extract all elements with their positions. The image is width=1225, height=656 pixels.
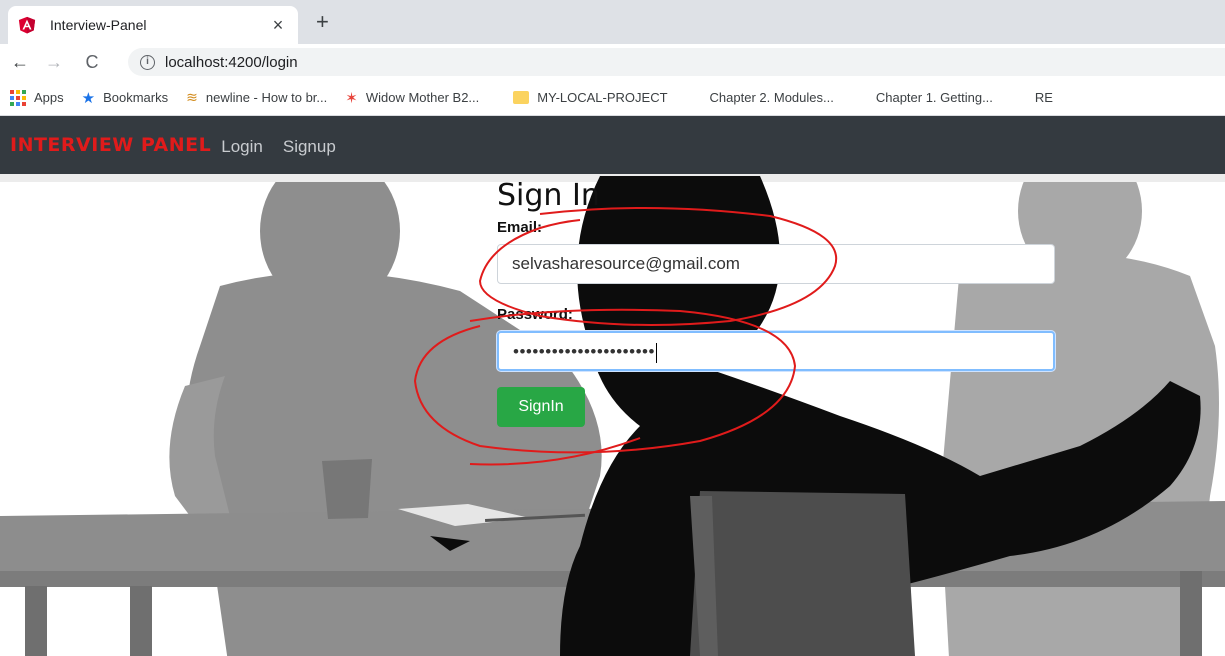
back-arrow-icon[interactable]: ← — [6, 52, 34, 73]
bookmark-label: Bookmarks — [103, 90, 169, 105]
email-field[interactable]: selvasharesource@gmail.com — [497, 244, 1055, 284]
tab-close-icon[interactable]: × — [268, 15, 288, 36]
bookmark-my-local-project[interactable]: MY-LOCAL-PROJECT — [513, 90, 668, 105]
star-icon: ★ — [81, 89, 96, 107]
bookmark-label: newline - How to br... — [205, 90, 328, 105]
bookmark-apps[interactable]: Apps — [10, 89, 64, 106]
bookmark-label: MY-LOCAL-PROJECT — [537, 90, 668, 105]
browser-tab[interactable]: Interview-Panel × — [8, 6, 298, 44]
angular-favicon-icon — [18, 16, 36, 34]
email-label: Email: — [497, 219, 543, 236]
text-caret — [655, 342, 657, 363]
password-value: •••••••••••••••••••••• — [513, 342, 655, 361]
url-text[interactable]: localhost:4200/login — [165, 54, 298, 71]
forward-arrow-icon[interactable]: → — [40, 52, 68, 73]
bookmark-chapter-1[interactable]: Chapter 1. Getting... — [852, 90, 993, 105]
tab-strip: Interview-Panel × + — [0, 0, 1225, 44]
browser-toolbar: ← → C i localhost:4200/login — [0, 44, 1225, 80]
bookmark-label: Chapter 1. Getting... — [875, 90, 993, 105]
password-field[interactable]: •••••••••••••••••••••• — [497, 331, 1055, 371]
brand-logo[interactable]: INTERVIEW PANEL — [10, 134, 211, 156]
apps-grid-icon — [10, 89, 26, 106]
new-tab-icon[interactable]: + — [316, 11, 329, 33]
doc-icon — [686, 92, 702, 104]
bookmark-chapter-2[interactable]: Chapter 2. Modules... — [686, 90, 834, 105]
page-title: Sign In — [497, 178, 600, 213]
signin-button[interactable]: SignIn — [497, 387, 585, 427]
bookmark-label: Widow Mother B2... — [365, 90, 480, 105]
password-label: Password: — [497, 306, 573, 323]
doc-icon — [852, 92, 868, 104]
site-info-icon[interactable]: i — [140, 54, 155, 70]
stackoverflow-icon: ≋ — [186, 89, 198, 105]
bookmark-label: RE — [1034, 90, 1053, 105]
doc-icon — [1011, 92, 1027, 104]
web-page: INTERVIEW PANEL Login Signup Sign In Ema… — [0, 116, 1225, 656]
bookmark-newline[interactable]: ≋ newline - How to br... — [186, 89, 327, 106]
tab-title: Interview-Panel — [50, 17, 147, 33]
bookmark-re[interactable]: RE — [1011, 90, 1053, 105]
nav-link-signup[interactable]: Signup — [283, 137, 336, 157]
reload-icon[interactable]: C — [78, 52, 106, 73]
address-bar[interactable]: i localhost:4200/login — [128, 48, 1225, 76]
bookmark-bookmarks[interactable]: ★ Bookmarks — [82, 89, 168, 107]
bookmark-widow-mother[interactable]: ✶ Widow Mother B2... — [345, 89, 479, 107]
bookmark-label: Apps — [34, 90, 64, 105]
folder-icon — [513, 91, 530, 104]
bookmarks-bar: Apps ★ Bookmarks ≋ newline - How to br..… — [0, 80, 1225, 116]
nav-link-login[interactable]: Login — [221, 137, 263, 157]
burst-icon: ✶ — [345, 89, 358, 107]
bookmark-label: Chapter 2. Modules... — [709, 90, 834, 105]
sign-in-form: Sign In Email: selvasharesource@gmail.co… — [497, 176, 1057, 427]
app-navbar: INTERVIEW PANEL Login Signup — [0, 116, 1225, 174]
email-value: selvasharesource@gmail.com — [512, 254, 740, 273]
